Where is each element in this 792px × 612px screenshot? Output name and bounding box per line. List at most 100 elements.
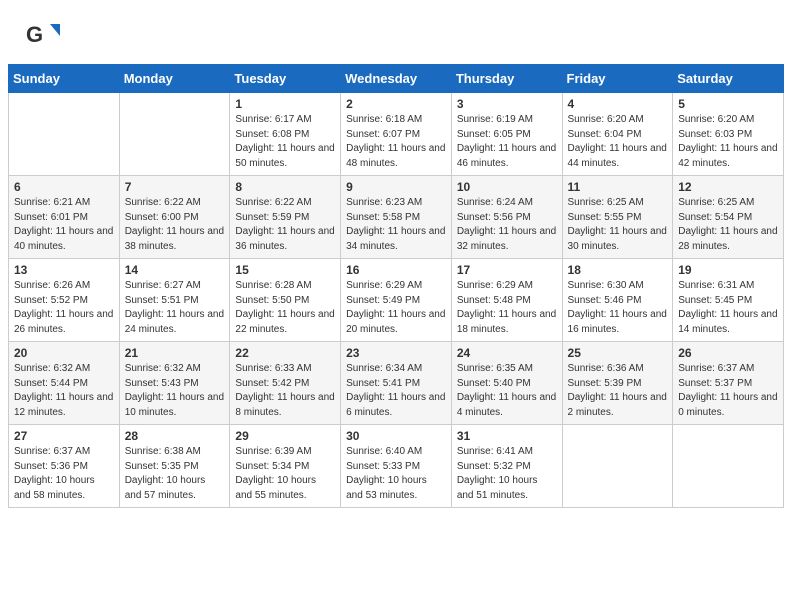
- cell-content: Sunrise: 6:31 AM Sunset: 5:45 PM Dayligh…: [678, 279, 778, 337]
- calendar-cell: 9Sunrise: 6:23 AM Sunset: 5:58 PM Daylig…: [341, 176, 452, 259]
- day-number: 28: [125, 429, 225, 443]
- cell-content: Sunrise: 6:38 AM Sunset: 5:35 PM Dayligh…: [125, 445, 225, 503]
- calendar-cell: 24 Sunrise: 6:35 AM Sunset: 5:40 PM Dayli…: [451, 342, 562, 425]
- header-tuesday: Tuesday: [230, 65, 341, 93]
- cell-content: Sunrise: 6:33 AM Sunset: 5:42 PM Dayligh…: [235, 362, 335, 420]
- day-number: 1: [235, 97, 335, 111]
- calendar-cell: [119, 93, 230, 176]
- calendar-cell: 27 Sunrise: 6:37 AM Sunset: 5:36 PM Dayli…: [9, 425, 120, 508]
- day-number: 24: [457, 346, 557, 360]
- day-number: 11: [568, 180, 668, 194]
- cell-content: Sunrise: 6:17 AM Sunset: 6:08 PM Dayligh…: [235, 113, 335, 171]
- cell-content: Sunrise: 6:29 AM Sunset: 5:48 PM Dayligh…: [457, 279, 557, 337]
- day-number: 6: [14, 180, 114, 194]
- calendar-cell: 11 Sunrise: 6:25 AM Sunset: 5:55 PM Dayli…: [562, 176, 673, 259]
- calendar-week-1: 1 Sunrise: 6:17 AM Sunset: 6:08 PM Daylig…: [9, 93, 784, 176]
- calendar-cell: 2 Sunrise: 6:18 AM Sunset: 6:07 PM Daylig…: [341, 93, 452, 176]
- header-wednesday: Wednesday: [341, 65, 452, 93]
- cell-content: Sunrise: 6:21 AM Sunset: 6:01 PM Dayligh…: [14, 196, 114, 254]
- cell-content: Sunrise: 6:25 AM Sunset: 5:55 PM Dayligh…: [568, 196, 668, 254]
- cell-content: Sunrise: 6:32 AM Sunset: 5:44 PM Dayligh…: [14, 362, 114, 420]
- calendar-week-2: 6 Sunrise: 6:21 AM Sunset: 6:01 PM Daylig…: [9, 176, 784, 259]
- calendar-week-5: 27 Sunrise: 6:37 AM Sunset: 5:36 PM Dayli…: [9, 425, 784, 508]
- calendar-cell: 20Sunrise: 6:32 AM Sunset: 5:44 PM Dayli…: [9, 342, 120, 425]
- calendar-cell: 8 Sunrise: 6:22 AM Sunset: 5:59 PM Daylig…: [230, 176, 341, 259]
- cell-content: Sunrise: 6:27 AM Sunset: 5:51 PM Dayligh…: [125, 279, 225, 337]
- calendar-cell: 29Sunrise: 6:39 AM Sunset: 5:34 PM Dayli…: [230, 425, 341, 508]
- cell-content: Sunrise: 6:25 AM Sunset: 5:54 PM Dayligh…: [678, 196, 778, 254]
- calendar-cell: 3 Sunrise: 6:19 AM Sunset: 6:05 PM Daylig…: [451, 93, 562, 176]
- calendar-cell: 12 Sunrise: 6:25 AM Sunset: 5:54 PM Dayli…: [673, 176, 784, 259]
- day-number: 27: [14, 429, 114, 443]
- calendar-cell: 5Sunrise: 6:20 AM Sunset: 6:03 PM Daylig…: [673, 93, 784, 176]
- day-number: 3: [457, 97, 557, 111]
- calendar-cell: 30Sunrise: 6:40 AM Sunset: 5:33 PM Dayli…: [341, 425, 452, 508]
- calendar-cell: 16 Sunrise: 6:29 AM Sunset: 5:49 PM Dayli…: [341, 259, 452, 342]
- day-number: 15: [235, 263, 335, 277]
- day-number: 13: [14, 263, 114, 277]
- calendar-cell: 26 Sunrise: 6:37 AM Sunset: 5:37 PM Dayli…: [673, 342, 784, 425]
- header-thursday: Thursday: [451, 65, 562, 93]
- cell-content: Sunrise: 6:37 AM Sunset: 5:36 PM Dayligh…: [14, 445, 114, 503]
- calendar-cell: 13Sunrise: 6:26 AM Sunset: 5:52 PM Dayli…: [9, 259, 120, 342]
- calendar-cell: 21 Sunrise: 6:32 AM Sunset: 5:43 PM Dayli…: [119, 342, 230, 425]
- header-friday: Friday: [562, 65, 673, 93]
- day-number: 26: [678, 346, 778, 360]
- day-number: 14: [125, 263, 225, 277]
- page-header: G: [0, 0, 792, 64]
- calendar-cell: 25 Sunrise: 6:36 AM Sunset: 5:39 PM Dayli…: [562, 342, 673, 425]
- cell-content: Sunrise: 6:20 AM Sunset: 6:04 PM Dayligh…: [568, 113, 668, 171]
- calendar-cell: 6 Sunrise: 6:21 AM Sunset: 6:01 PM Daylig…: [9, 176, 120, 259]
- cell-content: Sunrise: 6:18 AM Sunset: 6:07 PM Dayligh…: [346, 113, 446, 171]
- calendar-cell: 23 Sunrise: 6:34 AM Sunset: 5:41 PM Dayli…: [341, 342, 452, 425]
- day-number: 31: [457, 429, 557, 443]
- calendar-cell: [9, 93, 120, 176]
- cell-content: Sunrise: 6:24 AM Sunset: 5:56 PM Dayligh…: [457, 196, 557, 254]
- day-number: 10: [457, 180, 557, 194]
- calendar-table: SundayMondayTuesdayWednesdayThursdayFrid…: [8, 64, 784, 508]
- logo: G: [24, 18, 66, 56]
- cell-content: Sunrise: 6:30 AM Sunset: 5:46 PM Dayligh…: [568, 279, 668, 337]
- header-sunday: Sunday: [9, 65, 120, 93]
- day-number: 16: [346, 263, 446, 277]
- cell-content: Sunrise: 6:35 AM Sunset: 5:40 PM Dayligh…: [457, 362, 557, 420]
- day-number: 9: [346, 180, 446, 194]
- calendar-week-3: 13Sunrise: 6:26 AM Sunset: 5:52 PM Dayli…: [9, 259, 784, 342]
- calendar-cell: 22 Sunrise: 6:33 AM Sunset: 5:42 PM Dayli…: [230, 342, 341, 425]
- cell-content: Sunrise: 6:19 AM Sunset: 6:05 PM Dayligh…: [457, 113, 557, 171]
- day-number: 17: [457, 263, 557, 277]
- calendar-cell: 14 Sunrise: 6:27 AM Sunset: 5:51 PM Dayli…: [119, 259, 230, 342]
- logo-icon: G: [24, 18, 62, 56]
- calendar-cell: 28 Sunrise: 6:38 AM Sunset: 5:35 PM Dayli…: [119, 425, 230, 508]
- calendar-cell: 1 Sunrise: 6:17 AM Sunset: 6:08 PM Daylig…: [230, 93, 341, 176]
- cell-content: Sunrise: 6:22 AM Sunset: 6:00 PM Dayligh…: [125, 196, 225, 254]
- day-number: 12: [678, 180, 778, 194]
- calendar-week-4: 20Sunrise: 6:32 AM Sunset: 5:44 PM Dayli…: [9, 342, 784, 425]
- calendar-cell: 10 Sunrise: 6:24 AM Sunset: 5:56 PM Dayli…: [451, 176, 562, 259]
- cell-content: Sunrise: 6:37 AM Sunset: 5:37 PM Dayligh…: [678, 362, 778, 420]
- cell-content: Sunrise: 6:20 AM Sunset: 6:03 PM Dayligh…: [678, 113, 778, 171]
- header-saturday: Saturday: [673, 65, 784, 93]
- day-number: 23: [346, 346, 446, 360]
- calendar-cell: 15 Sunrise: 6:28 AM Sunset: 5:50 PM Dayli…: [230, 259, 341, 342]
- calendar-cell: 7Sunrise: 6:22 AM Sunset: 6:00 PM Daylig…: [119, 176, 230, 259]
- day-number: 21: [125, 346, 225, 360]
- cell-content: Sunrise: 6:29 AM Sunset: 5:49 PM Dayligh…: [346, 279, 446, 337]
- day-number: 19: [678, 263, 778, 277]
- day-number: 8: [235, 180, 335, 194]
- day-number: 2: [346, 97, 446, 111]
- day-number: 25: [568, 346, 668, 360]
- cell-content: Sunrise: 6:36 AM Sunset: 5:39 PM Dayligh…: [568, 362, 668, 420]
- day-number: 22: [235, 346, 335, 360]
- day-number: 30: [346, 429, 446, 443]
- cell-content: Sunrise: 6:32 AM Sunset: 5:43 PM Dayligh…: [125, 362, 225, 420]
- header-monday: Monday: [119, 65, 230, 93]
- calendar-container: SundayMondayTuesdayWednesdayThursdayFrid…: [0, 64, 792, 516]
- cell-content: Sunrise: 6:28 AM Sunset: 5:50 PM Dayligh…: [235, 279, 335, 337]
- cell-content: Sunrise: 6:34 AM Sunset: 5:41 PM Dayligh…: [346, 362, 446, 420]
- calendar-cell: 18Sunrise: 6:30 AM Sunset: 5:46 PM Dayli…: [562, 259, 673, 342]
- cell-content: Sunrise: 6:41 AM Sunset: 5:32 PM Dayligh…: [457, 445, 557, 503]
- calendar-cell: 19 Sunrise: 6:31 AM Sunset: 5:45 PM Dayli…: [673, 259, 784, 342]
- cell-content: Sunrise: 6:22 AM Sunset: 5:59 PM Dayligh…: [235, 196, 335, 254]
- calendar-cell: 31 Sunrise: 6:41 AM Sunset: 5:32 PM Dayli…: [451, 425, 562, 508]
